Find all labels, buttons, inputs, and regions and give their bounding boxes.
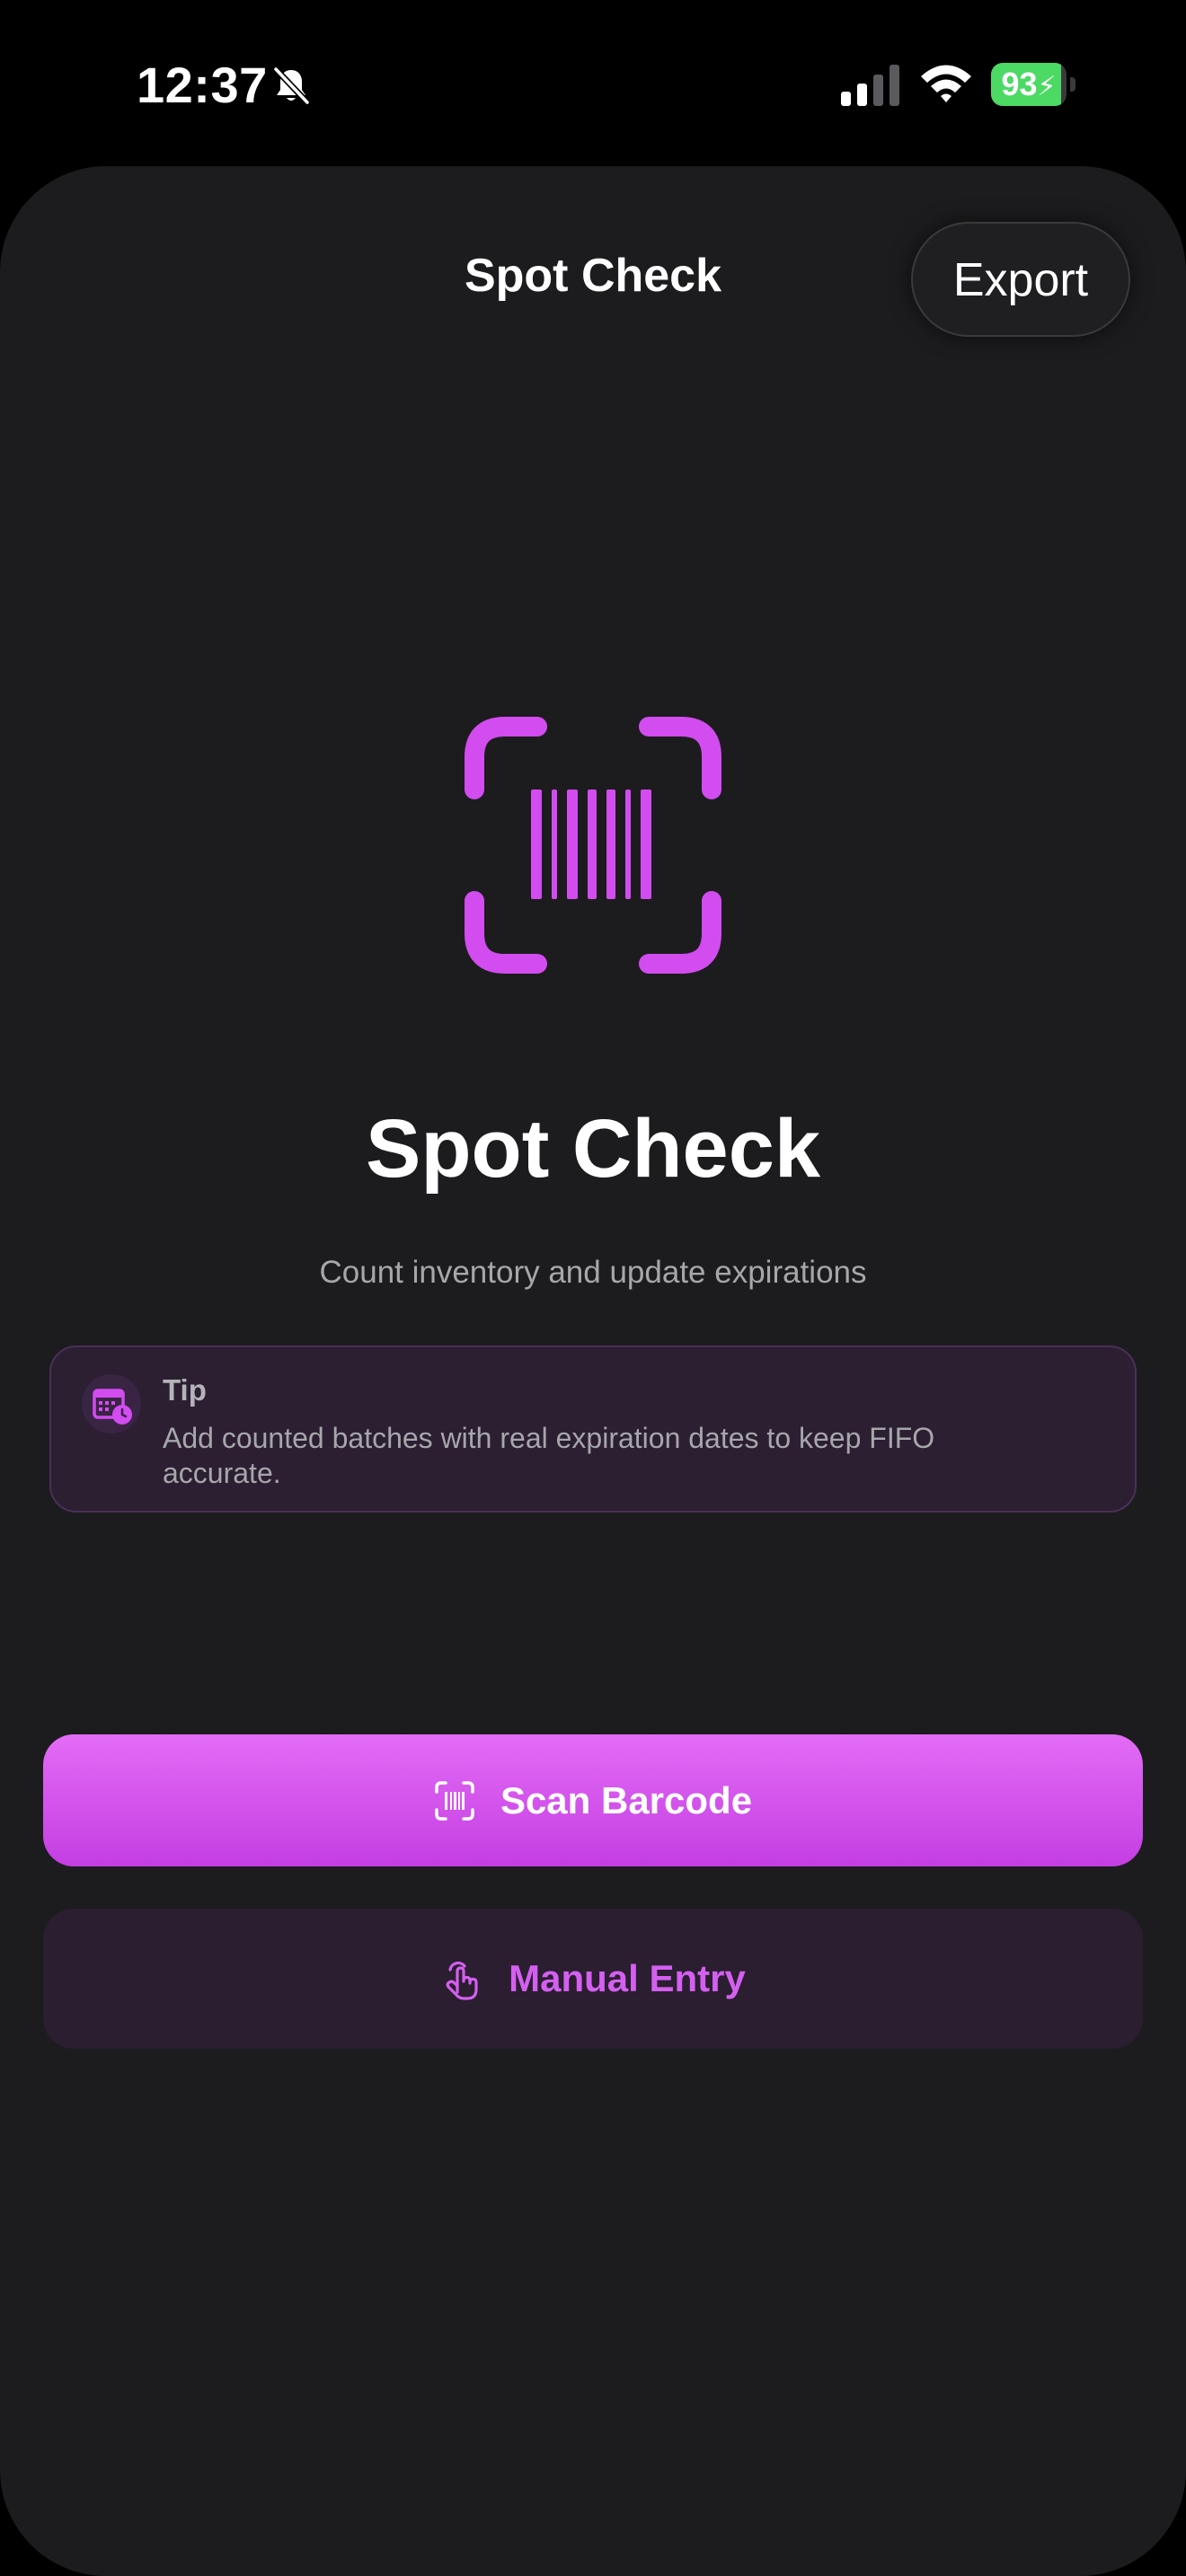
scan-barcode-button[interactable]: Scan Barcode bbox=[43, 1734, 1143, 1866]
cellular-signal-icon bbox=[841, 65, 899, 106]
hero-title: Spot Check bbox=[365, 1103, 821, 1195]
hand-tap-icon bbox=[446, 1961, 478, 2000]
battery-level-text: 93 bbox=[1001, 66, 1038, 102]
manual-entry-button[interactable]: Manual Entry bbox=[43, 1909, 1143, 2049]
wifi-icon bbox=[921, 65, 971, 102]
battery-body: 93⚡ bbox=[991, 63, 1067, 106]
tip-card: Tip Add counted batches with real expira… bbox=[49, 1345, 1137, 1513]
calendar-clock-icon bbox=[93, 1389, 132, 1425]
tip-heading: Tip bbox=[163, 1373, 207, 1407]
tip-body: Add counted batches with real expiration… bbox=[163, 1422, 935, 1489]
status-time: 12:37 bbox=[137, 57, 268, 113]
battery-indicator: 93⚡ bbox=[991, 63, 1075, 106]
bell-slash-icon bbox=[272, 66, 311, 106]
manual-entry-button-content: Manual Entry bbox=[43, 1909, 1143, 2049]
export-button[interactable]: Export bbox=[911, 222, 1130, 337]
status-bar: 12:37 93⚡ bbox=[0, 0, 1186, 171]
battery-cap bbox=[1070, 77, 1075, 92]
hero-subtitle: Count inventory and update expirations bbox=[319, 1255, 867, 1290]
battery-charging-icon: ⚡ bbox=[1037, 72, 1057, 101]
tip-icon-badge bbox=[82, 1374, 141, 1434]
battery-level: 93⚡ bbox=[991, 63, 1067, 106]
barcode-viewfinder-icon bbox=[435, 1780, 474, 1821]
barcode-viewfinder-icon bbox=[465, 717, 721, 974]
scan-barcode-button-content: Scan Barcode bbox=[43, 1734, 1143, 1866]
scan-barcode-label: Scan Barcode bbox=[500, 1778, 753, 1822]
manual-entry-label: Manual Entry bbox=[509, 1957, 746, 1999]
spot-check-sheet: Spot Check Export Spot Check Count inven… bbox=[0, 166, 1186, 2576]
